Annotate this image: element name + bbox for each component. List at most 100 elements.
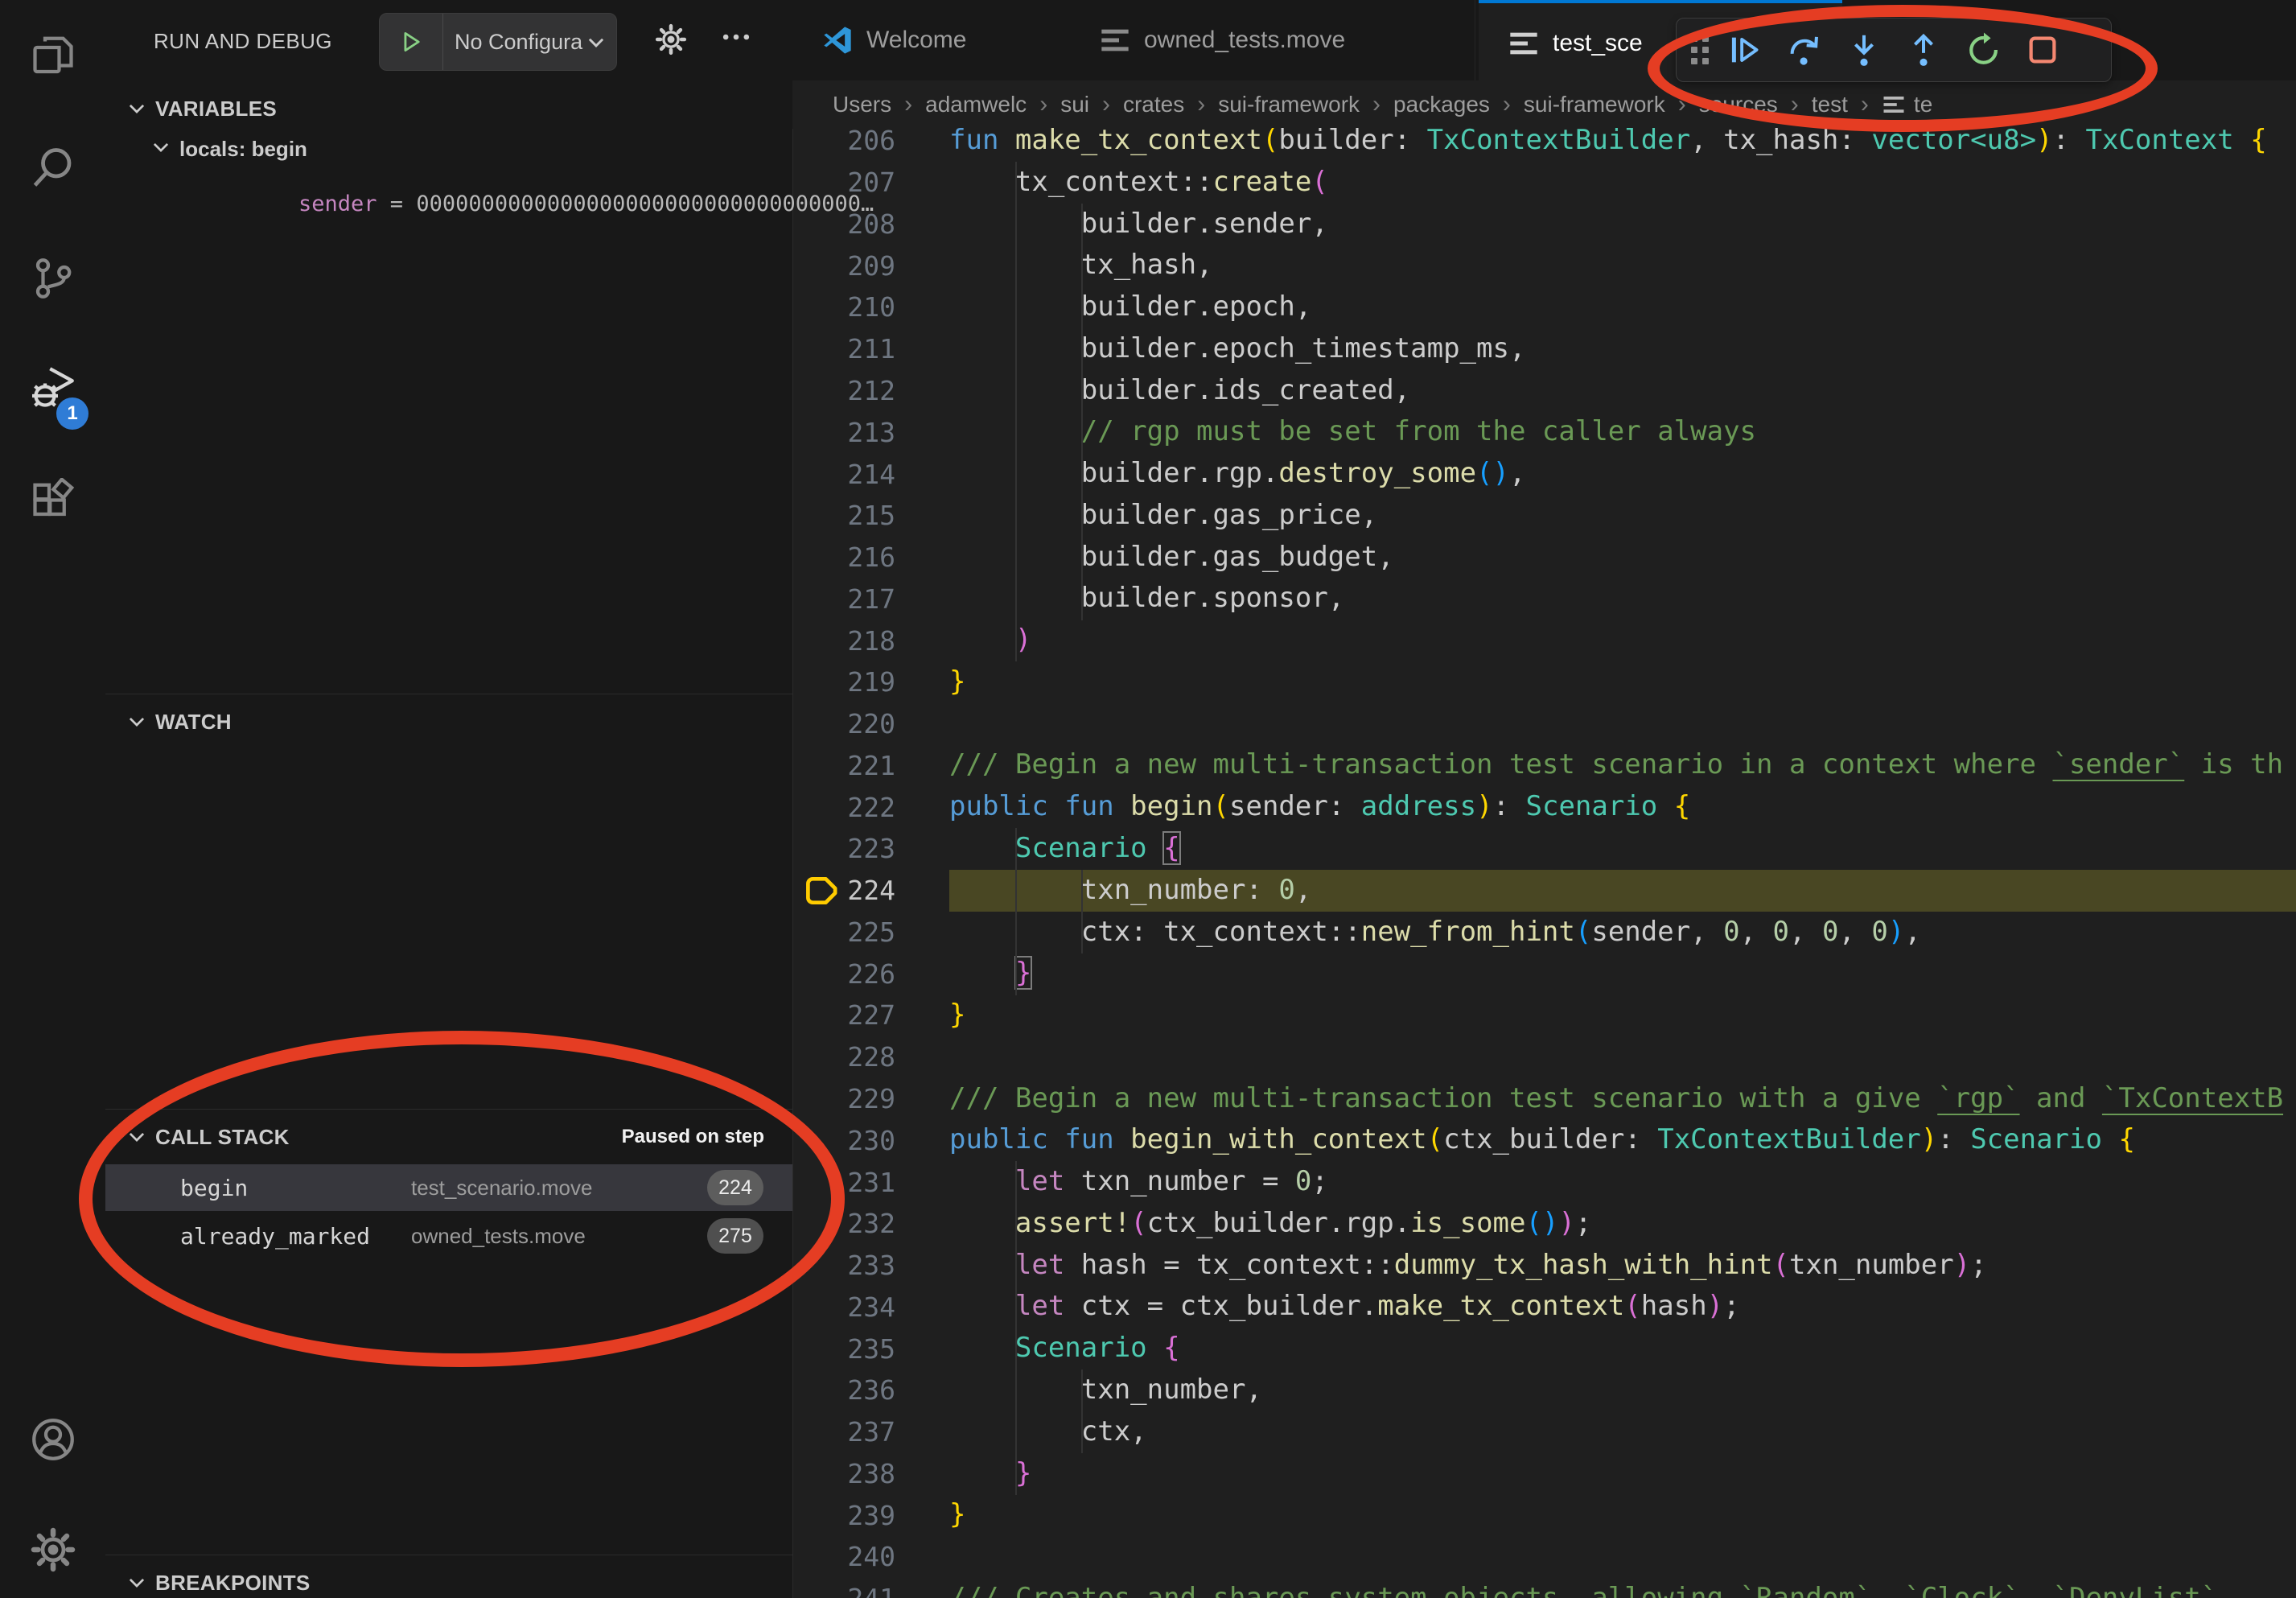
step-into-icon[interactable] (1834, 19, 1894, 81)
breadcrumb-item[interactable]: test (1812, 92, 1848, 117)
line-content[interactable]: tx_context::create( (949, 162, 2296, 204)
tab-welcome[interactable]: Welcome (792, 0, 1071, 80)
line-content[interactable]: let ctx = ctx_builder.make_tx_context(ha… (949, 1286, 2296, 1328)
code-line-237[interactable]: 237 ctx, (792, 1411, 2296, 1453)
line-number[interactable]: 215 (792, 500, 895, 531)
code-editor[interactable]: 206fun make_tx_context(builder: TxContex… (792, 120, 2296, 1598)
code-line-212[interactable]: 212 builder.ids_created, (792, 370, 2296, 412)
code-line-207[interactable]: 207 tx_context::create( (792, 162, 2296, 204)
breadcrumb-item[interactable]: sources (1699, 92, 1778, 117)
start-debug-icon[interactable] (380, 14, 443, 70)
line-number[interactable]: 231 (792, 1167, 895, 1198)
line-number[interactable]: 219 (792, 666, 895, 698)
activity-account-icon[interactable] (0, 1391, 105, 1488)
line-content[interactable]: builder.sender, (949, 204, 2296, 245)
line-number[interactable]: 207 (792, 167, 895, 198)
activity-settings-gear-icon[interactable] (0, 1501, 105, 1598)
line-number[interactable]: 213 (792, 417, 895, 448)
line-number[interactable]: 212 (792, 375, 895, 406)
line-content[interactable]: builder.ids_created, (949, 370, 2296, 412)
line-number[interactable]: 234 (792, 1291, 895, 1323)
code-line-209[interactable]: 209 tx_hash, (792, 245, 2296, 286)
line-content[interactable]: } (949, 995, 2296, 1036)
line-number[interactable]: 232 (792, 1208, 895, 1239)
code-line-213[interactable]: 213 // rgp must be set from the caller a… (792, 411, 2296, 453)
breadcrumb-item[interactable]: sui-framework (1524, 92, 1665, 117)
code-line-233[interactable]: 233 let hash = tx_context::dummy_tx_hash… (792, 1245, 2296, 1287)
code-line-210[interactable]: 210 builder.epoch, (792, 286, 2296, 328)
line-number[interactable]: 239 (792, 1500, 895, 1531)
line-content[interactable]: } (949, 1494, 2296, 1536)
line-number[interactable]: 223 (792, 833, 895, 864)
current-line-marker-icon[interactable] (804, 875, 840, 911)
code-line-239[interactable]: 239} (792, 1494, 2296, 1536)
code-line-225[interactable]: 225 ctx: tx_context::new_from_hint(sende… (792, 912, 2296, 953)
code-line-240[interactable]: 240 (792, 1536, 2296, 1578)
line-content[interactable]: assert!(ctx_builder.rgp.is_some()); (949, 1203, 2296, 1245)
stop-icon[interactable] (2013, 19, 2072, 81)
line-number[interactable]: 217 (792, 583, 895, 615)
line-content[interactable]: builder.epoch, (949, 286, 2296, 328)
more-actions-icon[interactable] (718, 19, 754, 55)
debug-settings-gear-icon[interactable] (654, 23, 688, 56)
code-line-219[interactable]: 219} (792, 661, 2296, 703)
continue-icon[interactable] (1715, 19, 1775, 81)
line-number[interactable]: 216 (792, 542, 895, 573)
activity-search-icon[interactable] (0, 120, 105, 216)
line-number[interactable]: 227 (792, 999, 895, 1031)
line-number[interactable]: 210 (792, 291, 895, 323)
line-content[interactable]: builder.rgp.destroy_some(), (949, 453, 2296, 495)
line-content[interactable] (949, 1036, 2296, 1078)
line-number[interactable]: 218 (792, 625, 895, 657)
line-number[interactable]: 214 (792, 459, 895, 490)
line-number[interactable]: 221 (792, 750, 895, 781)
line-content[interactable]: ctx: tx_context::new_from_hint(sender, 0… (949, 912, 2296, 953)
line-number[interactable]: 240 (792, 1541, 895, 1572)
line-number[interactable]: 235 (792, 1333, 895, 1365)
line-content[interactable]: ) (949, 620, 2296, 661)
code-line-216[interactable]: 216 builder.gas_budget, (792, 537, 2296, 579)
line-number[interactable]: 208 (792, 208, 895, 240)
code-line-235[interactable]: 235 Scenario { (792, 1328, 2296, 1369)
drag-handle-icon[interactable] (1691, 35, 1709, 64)
line-number[interactable]: 222 (792, 792, 895, 823)
variable-row-sender[interactable]: sender = 0000000000000000000000000000000… (298, 192, 874, 216)
line-number[interactable]: 238 (792, 1458, 895, 1489)
code-line-234[interactable]: 234 let ctx = ctx_builder.make_tx_contex… (792, 1286, 2296, 1328)
line-content[interactable]: builder.gas_price, (949, 495, 2296, 537)
restart-icon[interactable] (1953, 19, 2013, 81)
code-line-211[interactable]: 211 builder.epoch_timestamp_ms, (792, 328, 2296, 370)
line-content[interactable]: ctx, (949, 1411, 2296, 1453)
line-content[interactable]: let txn_number = 0; (949, 1161, 2296, 1203)
code-line-215[interactable]: 215 builder.gas_price, (792, 495, 2296, 537)
code-line-217[interactable]: 217 builder.sponsor, (792, 578, 2296, 620)
line-content[interactable]: } (949, 661, 2296, 703)
breakpoints-section-header[interactable]: BREAKPOINTS (105, 1558, 792, 1598)
line-content[interactable]: Scenario { (949, 1328, 2296, 1369)
line-content[interactable]: fun make_tx_context(builder: TxContextBu… (949, 120, 2296, 162)
code-line-214[interactable]: 214 builder.rgp.destroy_some(), (792, 453, 2296, 495)
watch-section-header[interactable]: WATCH (105, 697, 792, 747)
line-number[interactable]: 225 (792, 916, 895, 948)
code-line-232[interactable]: 232 assert!(ctx_builder.rgp.is_some()); (792, 1203, 2296, 1245)
locals-scope-row[interactable]: locals: begin (150, 137, 307, 162)
variables-section-header[interactable]: VARIABLES (105, 84, 792, 134)
line-number[interactable]: 230 (792, 1125, 895, 1156)
line-number[interactable]: 236 (792, 1374, 895, 1406)
code-line-224[interactable]: 224 txn_number: 0, (792, 870, 2296, 912)
line-number[interactable]: 228 (792, 1041, 895, 1073)
code-line-229[interactable]: 229/// Begin a new multi-transaction tes… (792, 1078, 2296, 1120)
line-content[interactable]: txn_number, (949, 1369, 2296, 1411)
code-line-206[interactable]: 206fun make_tx_context(builder: TxContex… (792, 120, 2296, 162)
code-line-241[interactable]: 241/// Creates and shares system objects… (792, 1578, 2296, 1598)
line-content[interactable]: /// Creates and shares system objects, a… (949, 1578, 2296, 1598)
code-line-221[interactable]: 221/// Begin a new multi-transaction tes… (792, 744, 2296, 786)
breadcrumb-item[interactable]: sui-framework (1218, 92, 1360, 117)
line-number[interactable]: 233 (792, 1250, 895, 1281)
activity-explorer-icon[interactable] (0, 7, 105, 104)
line-content[interactable]: /// Begin a new multi-transaction test s… (949, 1078, 2296, 1120)
step-out-icon[interactable] (1894, 19, 1953, 81)
call-stack-frame-begin[interactable]: begintest_scenario.move224 (105, 1164, 792, 1211)
line-content[interactable]: public fun begin_with_context(ctx_builde… (949, 1119, 2296, 1161)
breadcrumb-item-file[interactable]: te (1882, 92, 1932, 117)
